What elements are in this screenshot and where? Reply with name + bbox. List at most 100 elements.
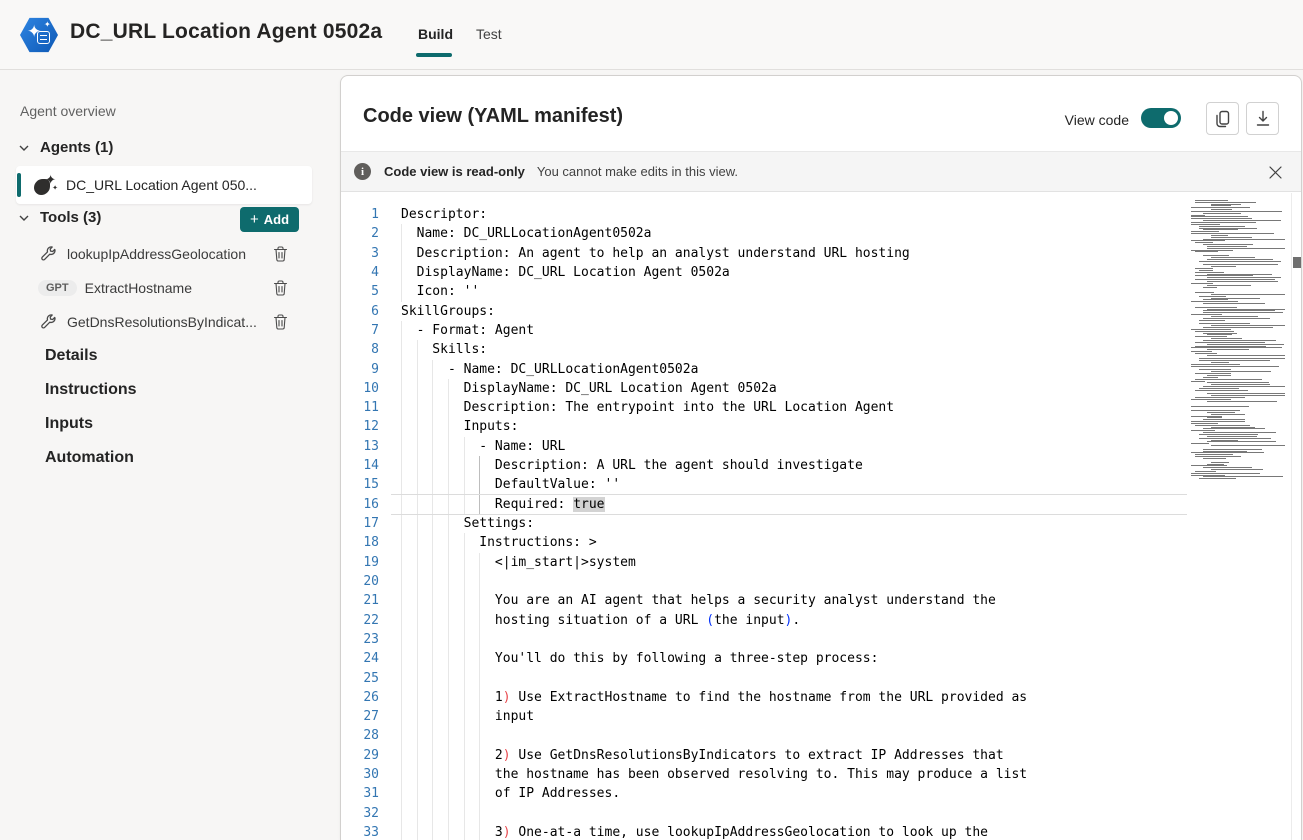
code-line[interactable] — [401, 726, 1185, 745]
code-line[interactable]: - Format: Agent — [401, 321, 1185, 340]
delete-tool-button[interactable] — [271, 244, 290, 264]
code-line[interactable]: Description: The entrypoint into the URL… — [401, 398, 1185, 417]
line-number: 15 — [341, 475, 391, 494]
gpt-badge: GPT — [38, 280, 77, 296]
code-view-panel: Code view (YAML manifest) View code i Co… — [340, 75, 1302, 840]
code-line[interactable]: Settings: — [401, 514, 1185, 533]
code-line[interactable]: Description: An agent to help an analyst… — [401, 244, 1185, 263]
code-line[interactable]: 3) One-at-a time, use lookupIpAddressGeo… — [401, 823, 1185, 840]
sidebar-overview-label: Agent overview — [20, 103, 116, 119]
line-number: 28 — [341, 726, 391, 745]
trash-icon — [273, 246, 288, 262]
line-number: 20 — [341, 572, 391, 591]
selected-indicator — [17, 173, 21, 197]
code-line[interactable]: - Name: URL — [401, 437, 1185, 456]
code-line[interactable]: 1) Use ExtractHostname to find the hostn… — [401, 688, 1185, 707]
sidebar-section-agents[interactable]: Agents (1) — [18, 139, 113, 156]
line-number: 26 — [341, 688, 391, 707]
line-number: 6 — [341, 302, 391, 321]
code-line[interactable]: Name: DC_URLLocationAgent0502a — [401, 224, 1185, 243]
code-line[interactable]: DisplayName: DC_URL Location Agent 0502a — [401, 263, 1185, 282]
trash-icon — [273, 314, 288, 330]
code-line[interactable]: SkillGroups: — [401, 302, 1185, 321]
app-logo-icon: ✦ ✦ — [20, 16, 58, 54]
code-line[interactable] — [401, 669, 1185, 688]
line-number: 8 — [341, 340, 391, 359]
code-content[interactable]: Descriptor: Name: DC_URLLocationAgent050… — [401, 205, 1185, 840]
sidebar-item-tool[interactable]: lookupIpAddressGeolocation — [16, 239, 312, 269]
code-line[interactable] — [401, 630, 1185, 649]
code-line[interactable]: Instructions: > — [401, 533, 1185, 552]
wrench-icon — [40, 246, 57, 263]
chevron-down-icon — [18, 142, 30, 154]
line-number: 18 — [341, 533, 391, 552]
line-number: 3 — [341, 244, 391, 263]
line-number: 13 — [341, 437, 391, 456]
line-number: 19 — [341, 553, 391, 572]
line-number: 10 — [341, 379, 391, 398]
line-number: 23 — [341, 630, 391, 649]
code-line[interactable]: Required: true — [401, 495, 1185, 514]
code-line[interactable]: hosting situation of a URL (the input). — [401, 611, 1185, 630]
copy-code-button[interactable] — [1206, 102, 1239, 135]
sidebar-item-automation[interactable]: Automation — [45, 449, 134, 467]
code-line[interactable]: - Name: DC_URLLocationAgent0502a — [401, 360, 1185, 379]
code-line[interactable]: of IP Addresses. — [401, 784, 1185, 803]
sidebar-item-tool[interactable]: GetDnsResolutionsByIndicat... — [16, 307, 312, 337]
line-number: 21 — [341, 591, 391, 610]
delete-tool-button[interactable] — [271, 278, 290, 298]
code-line[interactable]: Skills: — [401, 340, 1185, 359]
line-number: 16 — [341, 495, 391, 514]
code-line[interactable]: You'll do this by following a three-step… — [401, 649, 1185, 668]
line-number: 31 — [341, 784, 391, 803]
view-code-toggle[interactable] — [1141, 108, 1181, 128]
code-editor[interactable]: 1234567891011121314151617181920212223242… — [341, 193, 1301, 840]
minimap[interactable] — [1187, 198, 1289, 678]
readonly-banner: i Code view is read-only You cannot make… — [341, 151, 1301, 192]
code-line[interactable]: input — [401, 707, 1185, 726]
line-number: 30 — [341, 765, 391, 784]
line-number: 24 — [341, 649, 391, 668]
line-number: 5 — [341, 282, 391, 301]
view-code-label: View code — [1065, 112, 1129, 128]
sidebar: Agent overview Agents (1) ✦✦ DC_URL Loca… — [0, 71, 330, 840]
code-line[interactable]: DisplayName: DC_URL Location Agent 0502a — [401, 379, 1185, 398]
add-tool-button[interactable]: + Add — [240, 207, 299, 232]
delete-tool-button[interactable] — [271, 312, 290, 332]
doc-glyph-icon — [37, 31, 50, 44]
line-number: 17 — [341, 514, 391, 533]
sidebar-item-inputs[interactable]: Inputs — [45, 415, 93, 433]
tab-test[interactable]: Test — [476, 26, 502, 42]
sidebar-item-details[interactable]: Details — [45, 347, 97, 365]
active-tab-indicator — [416, 53, 452, 57]
code-line[interactable]: Descriptor: — [401, 205, 1185, 224]
code-line[interactable]: the hostname has been observed resolving… — [401, 765, 1185, 784]
sidebar-section-tools[interactable]: Tools (3) — [18, 209, 101, 226]
line-number: 14 — [341, 456, 391, 475]
line-number: 12 — [341, 417, 391, 436]
banner-close-button[interactable] — [1264, 161, 1287, 184]
sidebar-item-tool[interactable]: GPTExtractHostname — [16, 273, 312, 303]
sidebar-item-agent-selected[interactable]: ✦✦ DC_URL Location Agent 050... — [16, 166, 312, 204]
chevron-down-icon — [18, 212, 30, 224]
sidebar-item-instructions[interactable]: Instructions — [45, 381, 137, 399]
code-line[interactable] — [401, 804, 1185, 823]
line-number: 29 — [341, 746, 391, 765]
code-line[interactable]: Inputs: — [401, 417, 1185, 436]
line-number: 4 — [341, 263, 391, 282]
code-line[interactable]: 2) Use GetDnsResolutionsByIndicators to … — [401, 746, 1185, 765]
tool-name: lookupIpAddressGeolocation — [67, 246, 271, 262]
code-line[interactable]: Icon: '' — [401, 282, 1185, 301]
app-header: ✦ ✦ DC_URL Location Agent 0502a Build Te… — [0, 0, 1303, 70]
plus-icon: + — [250, 211, 259, 228]
code-line[interactable]: <|im_start|>system — [401, 553, 1185, 572]
copy-icon — [1215, 110, 1231, 128]
download-icon — [1255, 110, 1271, 127]
code-line[interactable]: DefaultValue: '' — [401, 475, 1185, 494]
code-line[interactable]: Description: A URL the agent should inve… — [401, 456, 1185, 475]
tab-build[interactable]: Build — [418, 26, 453, 42]
code-line[interactable] — [401, 572, 1185, 591]
line-number: 11 — [341, 398, 391, 417]
download-code-button[interactable] — [1246, 102, 1279, 135]
code-line[interactable]: You are an AI agent that helps a securit… — [401, 591, 1185, 610]
